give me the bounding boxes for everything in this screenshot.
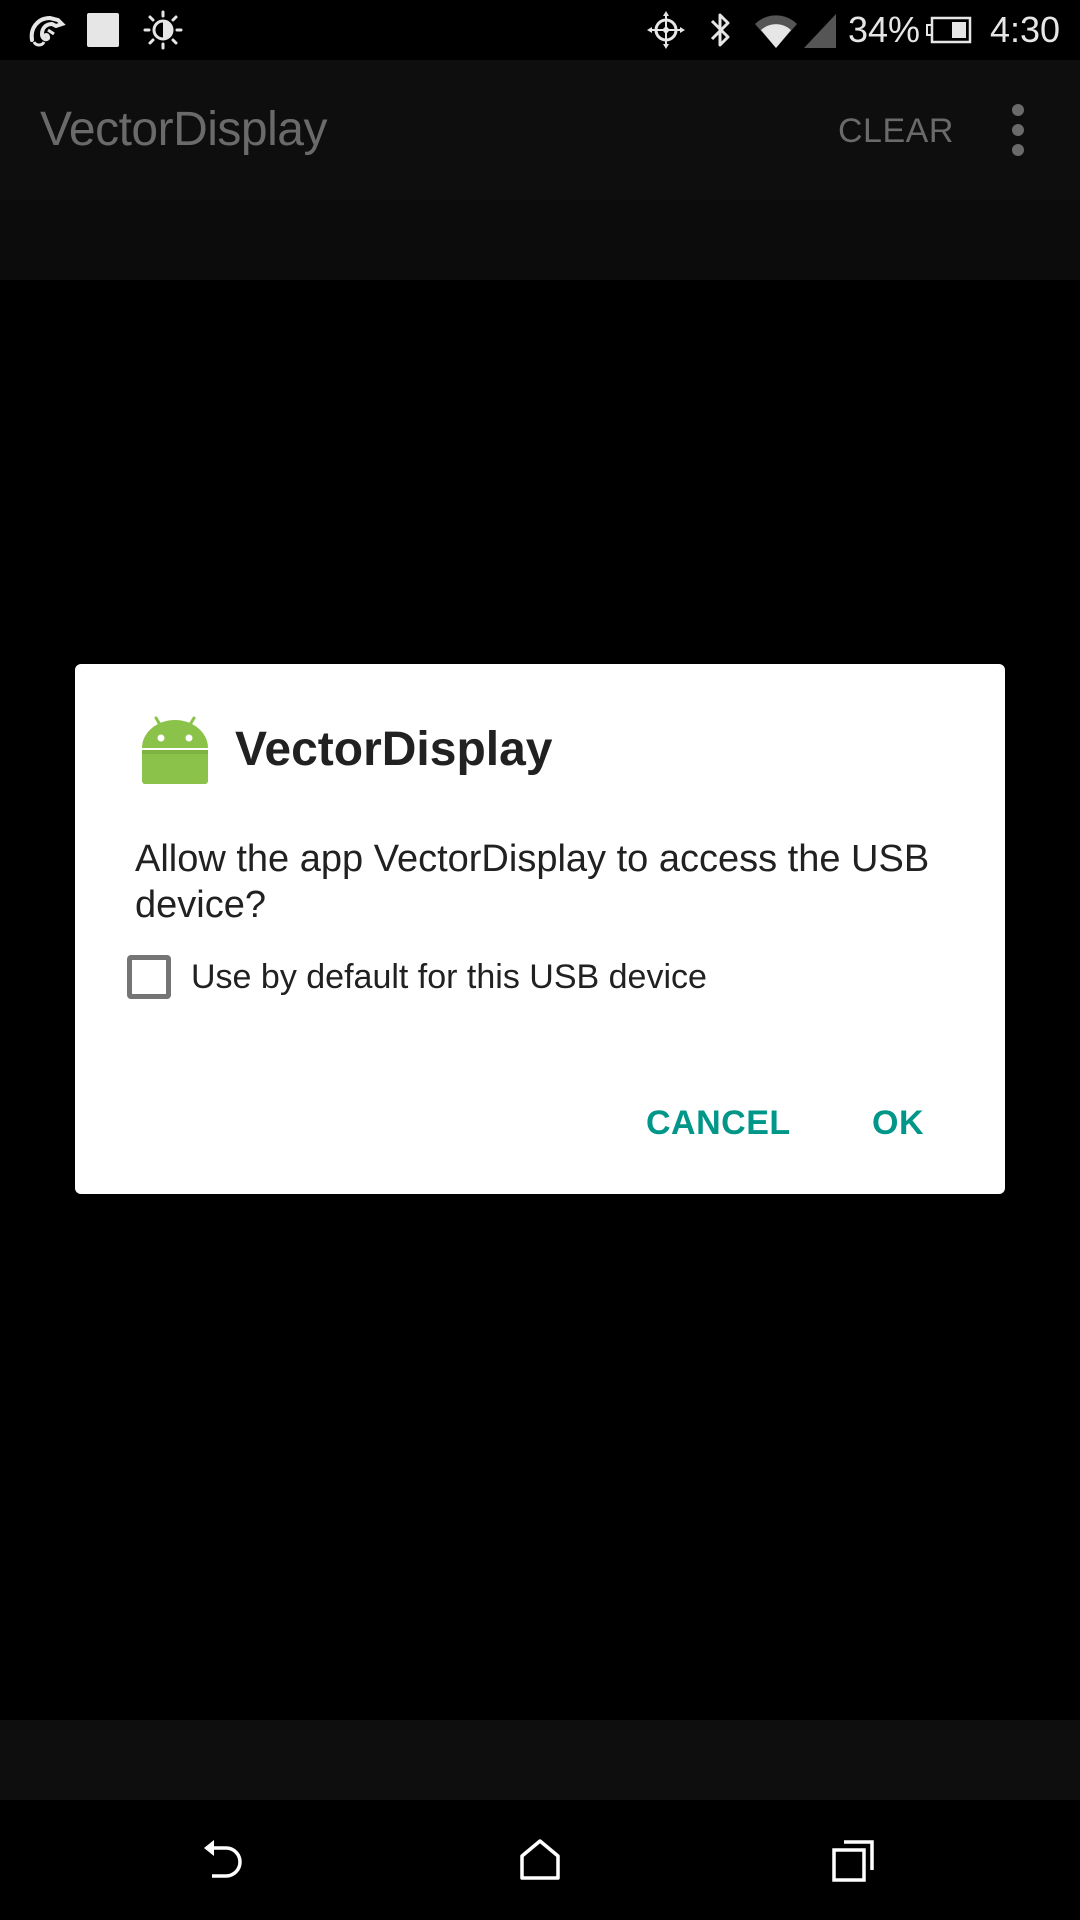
recents-icon[interactable] (815, 1825, 895, 1895)
back-icon[interactable] (185, 1825, 265, 1895)
clock: 4:30 (990, 9, 1061, 50)
chameleon-icon (24, 10, 68, 50)
bluetooth-icon (706, 10, 736, 50)
home-icon[interactable] (500, 1825, 580, 1895)
dialog-message: Allow the app VectorDisplay to access th… (135, 838, 930, 926)
battery-icon (926, 10, 972, 50)
android-icon (140, 714, 210, 786)
usb-permission-dialog: VectorDisplay Allow the app VectorDispla… (75, 664, 1005, 1194)
dialog-title: VectorDisplay (235, 723, 553, 776)
battery-percent: 34% (848, 9, 921, 50)
app-title: VectorDisplay (40, 103, 327, 156)
action-bar: VectorDisplay CLEAR (0, 60, 1080, 200)
toolbar-band (0, 200, 1080, 280)
ok-button[interactable]: OK (872, 1104, 924, 1143)
cancel-button[interactable]: CANCEL (646, 1104, 791, 1143)
default-usb-checkbox[interactable] (127, 955, 171, 999)
clear-button[interactable]: CLEAR (838, 112, 954, 151)
status-bar: 34% 4:30 (0, 0, 1080, 60)
notification-square-icon (86, 10, 120, 50)
cell-signal-icon (802, 10, 838, 50)
navigation-bar (0, 1800, 1080, 1920)
wifi-icon (752, 10, 800, 50)
checkbox-label[interactable]: Use by default for this USB device (191, 958, 707, 997)
location-icon (646, 10, 686, 50)
bottom-band (0, 1720, 1080, 1800)
brightness-icon (142, 10, 184, 50)
default-usb-checkbox-row[interactable]: Use by default for this USB device (127, 952, 707, 1002)
more-vert-icon[interactable] (1000, 102, 1036, 158)
